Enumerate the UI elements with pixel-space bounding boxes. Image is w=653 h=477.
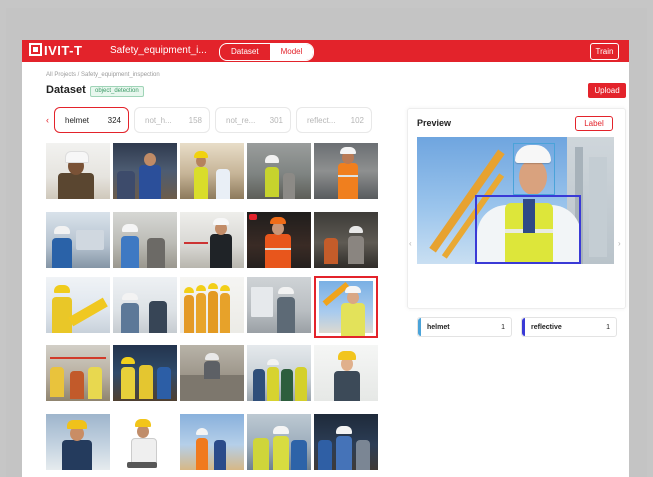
page-title: Dataset [46, 84, 86, 96]
chevron-right-icon[interactable]: › [618, 239, 621, 248]
chevron-left-icon[interactable]: ‹ [46, 115, 49, 125]
image-thumbnail[interactable] [113, 277, 177, 333]
filter-chip-helmet[interactable]: helmet 324 [54, 107, 129, 133]
filter-chip-label: not_re... [226, 116, 256, 125]
image-thumbnail[interactable] [180, 414, 244, 470]
annotation-count: 1 [501, 324, 505, 331]
preview-image[interactable] [417, 137, 614, 264]
image-thumbnail[interactable] [46, 345, 110, 401]
tab-model[interactable]: Model [269, 44, 314, 60]
brand-name: IVIT-T [44, 43, 83, 58]
filter-chip-count: 102 [350, 116, 364, 125]
image-thumbnail[interactable] [113, 143, 177, 199]
image-thumbnail[interactable] [180, 345, 244, 401]
image-thumbnail[interactable] [46, 277, 110, 333]
annotation-label: helmet [427, 324, 450, 331]
image-thumbnail[interactable] [247, 143, 311, 199]
image-thumbnail[interactable] [46, 143, 110, 199]
project-type-badge: object_detection [90, 86, 144, 97]
annotation-label: reflective [531, 324, 562, 331]
filter-chip-count: 301 [269, 116, 283, 125]
image-thumbnail[interactable] [314, 212, 378, 268]
image-thumbnail[interactable] [314, 414, 378, 470]
tab-dataset[interactable]: Dataset [220, 44, 270, 60]
image-thumbnail[interactable] [247, 414, 311, 470]
filter-chip-reflective[interactable]: reflect... 102 [296, 107, 372, 133]
filter-chip-not-reflective[interactable]: not_re... 301 [215, 107, 291, 133]
logo-mark-icon [29, 43, 42, 56]
annotation-color-bar [418, 318, 421, 336]
bounding-box-helmet[interactable] [513, 143, 555, 195]
annotation-count: 1 [606, 324, 610, 331]
filter-chip-label: not_h... [145, 116, 172, 125]
filter-chip-not-helmet[interactable]: not_h... 158 [134, 107, 210, 133]
bounding-box-reflective[interactable] [475, 195, 581, 264]
app-window: IVIT-T Safety_equipment_i... Dataset Mod… [22, 40, 629, 477]
image-thumbnail[interactable] [180, 143, 244, 199]
project-title: Safety_equipment_i... [110, 45, 207, 56]
top-bar: IVIT-T Safety_equipment_i... Dataset Mod… [22, 40, 629, 62]
label-button[interactable]: Label [575, 116, 613, 131]
filter-chip-count: 158 [188, 116, 202, 125]
view-tabs: Dataset Model [219, 43, 315, 61]
filter-chip-label: helmet [65, 116, 90, 125]
annotation-tag-reflective[interactable]: reflective 1 [521, 317, 617, 337]
image-thumbnail[interactable] [314, 345, 378, 401]
preview-panel: Preview Label ‹ › helmet 1 reflective 1 [407, 108, 626, 337]
preview-title: Preview [417, 118, 452, 128]
image-thumbnail[interactable] [314, 143, 378, 199]
image-thumbnail[interactable] [247, 212, 311, 268]
image-thumbnail[interactable] [113, 414, 177, 470]
image-thumbnail[interactable] [180, 212, 244, 268]
chevron-left-icon[interactable]: ‹ [409, 239, 412, 248]
app-logo[interactable]: IVIT-T [29, 43, 82, 58]
annotation-tag-helmet[interactable]: helmet 1 [417, 317, 512, 337]
breadcrumb[interactable]: All Projects / Safety_equipment_inspecti… [46, 72, 160, 78]
image-thumbnail[interactable] [113, 212, 177, 268]
image-thumbnail[interactable] [113, 345, 177, 401]
filter-chip-count: 324 [107, 116, 121, 125]
annotation-color-bar [522, 318, 525, 336]
upload-button[interactable]: Upload [588, 83, 626, 98]
image-thumbnail[interactable] [247, 277, 311, 333]
image-thumbnail-selected[interactable] [314, 276, 378, 338]
image-thumbnail[interactable] [46, 212, 110, 268]
train-button[interactable]: Train [590, 43, 619, 60]
image-thumbnail[interactable] [180, 277, 244, 333]
image-thumbnail[interactable] [46, 414, 110, 470]
filter-chip-label: reflect... [307, 116, 336, 125]
image-thumbnail[interactable] [247, 345, 311, 401]
